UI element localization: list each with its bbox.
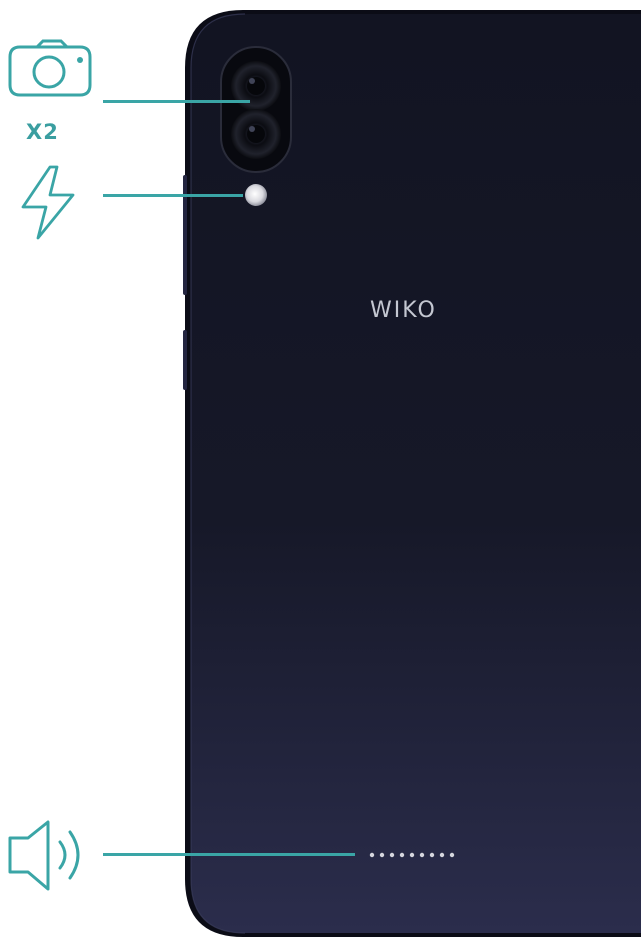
flash-led	[245, 184, 267, 206]
side-button-power	[183, 330, 187, 390]
phone-back	[183, 10, 641, 937]
brand-logo: WIKO	[370, 298, 437, 323]
speaker-leader-line	[103, 853, 355, 856]
camera-count-label: X2	[26, 120, 59, 144]
wiko-phone-back-diagram: WIKO X2	[0, 0, 641, 937]
side-button-volume	[183, 175, 187, 295]
flash-leader-line	[103, 194, 243, 197]
speaker-grille	[369, 852, 455, 858]
camera-leader-line	[103, 100, 250, 103]
phone-body-graphic	[183, 10, 641, 937]
